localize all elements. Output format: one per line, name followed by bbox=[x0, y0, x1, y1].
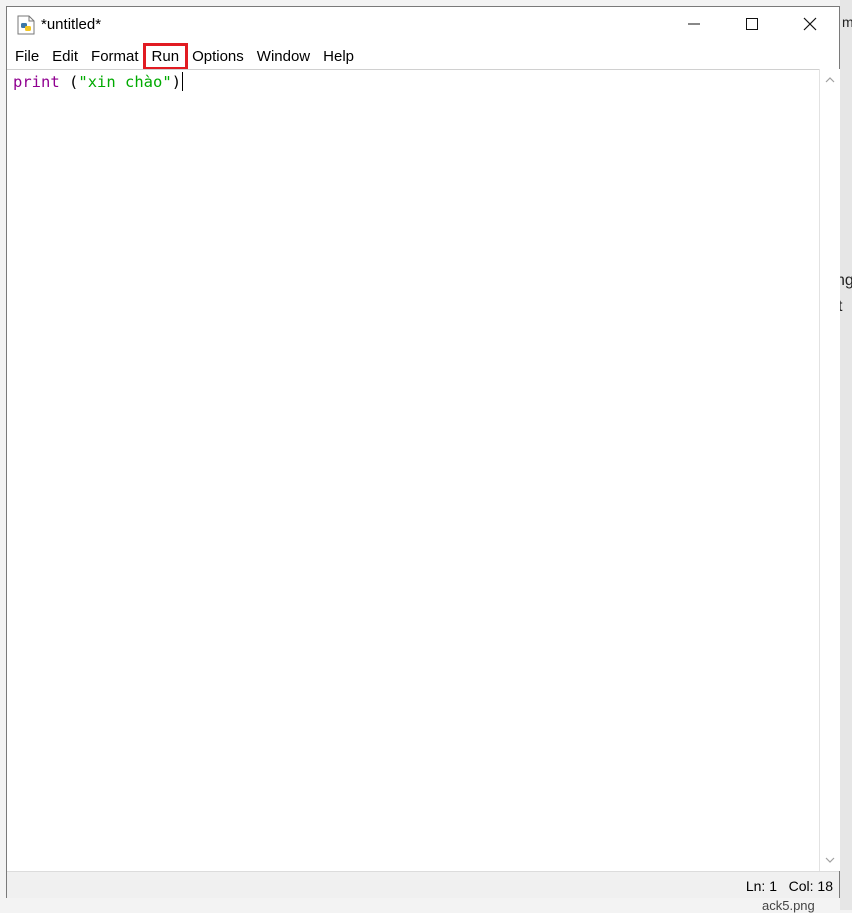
minimize-icon bbox=[688, 23, 700, 25]
maximize-button[interactable] bbox=[723, 7, 781, 41]
code-close-paren: ) bbox=[171, 73, 182, 91]
background-text-fragment: m bbox=[842, 14, 852, 30]
code-open-paren: ( bbox=[69, 73, 79, 91]
menu-options[interactable]: Options bbox=[186, 46, 250, 67]
code-keyword: print bbox=[13, 73, 60, 91]
window-title: *untitled* bbox=[41, 16, 102, 33]
code-string: "xin chào" bbox=[78, 73, 172, 91]
idle-editor-window: *untitled* File Edit Format Run Options … bbox=[6, 6, 840, 898]
scroll-down-arrow-icon[interactable] bbox=[823, 853, 837, 867]
status-column: Col: 18 bbox=[788, 878, 833, 894]
menu-edit[interactable]: Edit bbox=[46, 46, 84, 67]
code-editor[interactable]: print ("xin chào") bbox=[7, 69, 819, 872]
python-file-icon bbox=[17, 15, 35, 35]
menu-bar: File Edit Format Run Options Window Help bbox=[7, 42, 839, 70]
title-bar[interactable]: *untitled* bbox=[7, 7, 839, 43]
scroll-up-arrow-icon[interactable] bbox=[823, 73, 837, 87]
minimize-button[interactable] bbox=[665, 7, 723, 41]
close-icon bbox=[803, 17, 817, 31]
status-line: Ln: 1 bbox=[745, 878, 777, 894]
menu-format[interactable]: Format bbox=[85, 46, 145, 67]
background-text-fragment: ack5.png bbox=[762, 898, 815, 913]
vertical-scrollbar[interactable] bbox=[819, 69, 840, 871]
close-button[interactable] bbox=[781, 7, 839, 41]
menu-window[interactable]: Window bbox=[251, 46, 316, 67]
maximize-icon bbox=[746, 18, 758, 30]
code-line: print ("xin chào") bbox=[13, 72, 184, 91]
menu-file[interactable]: File bbox=[9, 46, 45, 67]
menu-run[interactable]: Run bbox=[142, 42, 189, 70]
menu-help[interactable]: Help bbox=[317, 46, 360, 67]
text-cursor bbox=[182, 72, 184, 91]
background-window-edge bbox=[840, 0, 852, 910]
status-bar: Ln: 1 Col: 18 bbox=[7, 871, 839, 898]
